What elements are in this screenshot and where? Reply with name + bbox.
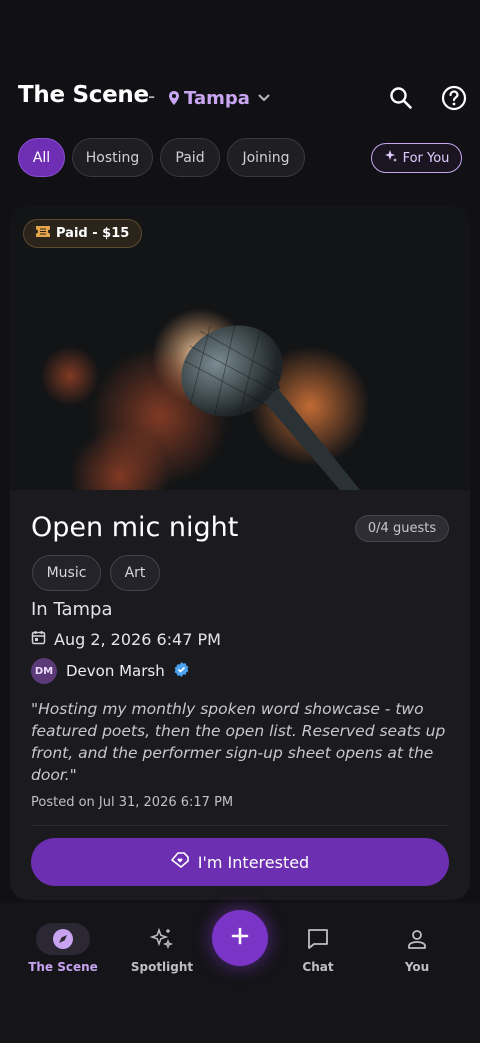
posted-timestamp: Posted on Jul 31, 2026 6:17 PM [31, 795, 234, 810]
for-you-label: For You [402, 150, 450, 166]
location-label: Tampa [184, 87, 250, 109]
filter-chip-hosting[interactable]: Hosting [72, 138, 153, 177]
host-avatar: DM [31, 658, 57, 684]
guest-count-badge: 0/4 guests [355, 515, 449, 542]
nav-item-you[interactable]: You [372, 923, 462, 983]
tag-heart-icon [170, 852, 189, 872]
price-badge: Paid - $15 [23, 219, 143, 248]
nav-item-the-scene[interactable]: The Scene [18, 923, 108, 983]
nav-item-spotlight[interactable]: Spotlight [117, 923, 207, 983]
event-description: "Hosting my monthly spoken word showcase… [31, 700, 446, 784]
for-you-button[interactable]: For You [371, 143, 462, 173]
title-separator: - [148, 84, 156, 108]
host-row[interactable]: DM Devon Marsh [31, 658, 189, 684]
sparkles-icon [150, 923, 174, 955]
tag-music[interactable]: Music [32, 555, 101, 591]
sparkles-icon [384, 149, 398, 167]
app-title: The Scene [18, 82, 149, 108]
bottom-nav: The Scene Spotlight Chat You [0, 903, 480, 1043]
ticket-icon [36, 226, 50, 241]
top-header: The Scene - Tampa [0, 0, 480, 130]
nav-label-spotlight: Spotlight [130, 960, 194, 974]
event-datetime-row: Aug 2, 2026 6:47 PM [31, 630, 221, 649]
filter-chip-all[interactable]: All [18, 138, 65, 177]
location-selector[interactable]: Tampa [168, 86, 270, 110]
interested-button[interactable]: I'm Interested [31, 838, 449, 886]
chat-icon [306, 923, 330, 955]
filter-chip-joining[interactable]: Joining [227, 138, 305, 177]
filter-chip-paid[interactable]: Paid [160, 138, 220, 177]
interested-button-label: I'm Interested [197, 852, 310, 872]
help-icon[interactable] [441, 85, 467, 111]
nav-label-you: You [404, 960, 430, 974]
calendar-icon [31, 630, 46, 649]
event-location: In Tampa [31, 599, 113, 620]
chevron-down-icon [258, 94, 270, 102]
event-title: Open mic night [31, 512, 239, 543]
compass-icon [36, 923, 90, 955]
search-icon[interactable] [388, 85, 414, 111]
event-photo: Paid - $15 [10, 206, 470, 490]
location-pin-icon [168, 91, 180, 105]
card-divider [31, 825, 449, 826]
event-card[interactable]: Paid - $15 Open mic night 0/4 guests Mus… [10, 206, 470, 900]
nav-item-chat[interactable]: Chat [273, 923, 363, 983]
person-icon [406, 923, 428, 955]
plus-icon [231, 927, 249, 949]
event-datetime: Aug 2, 2026 6:47 PM [54, 630, 221, 649]
host-name: Devon Marsh [66, 662, 165, 680]
price-badge-label: Paid - $15 [56, 226, 130, 241]
nav-label-the-scene: The Scene [28, 960, 98, 974]
create-event-button[interactable] [212, 910, 268, 966]
verified-badge-icon [174, 661, 189, 681]
tag-art[interactable]: Art [110, 555, 160, 591]
nav-label-chat: Chat [302, 960, 334, 974]
